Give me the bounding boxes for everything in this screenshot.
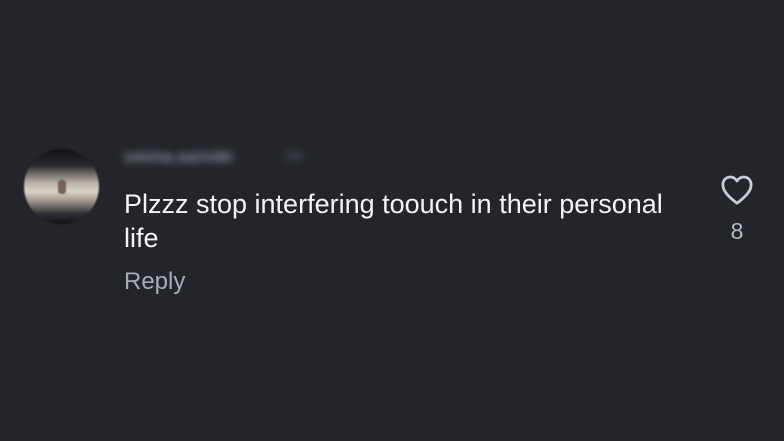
comment-text: Plzzz stop interfering toouch in their p… bbox=[124, 189, 663, 253]
like-count: 8 bbox=[730, 218, 744, 244]
reply-button[interactable]: Reply bbox=[124, 267, 185, 297]
comment-username[interactable]: veena.sarode bbox=[124, 145, 233, 169]
like-area: 8 bbox=[718, 174, 756, 250]
comment-timestamp: 8h bbox=[286, 148, 304, 165]
heart-outline-icon[interactable] bbox=[720, 174, 754, 206]
comment-item: veena.sarode 8h Plzzz stop interfering t… bbox=[0, 0, 784, 441]
avatar[interactable] bbox=[24, 149, 99, 224]
